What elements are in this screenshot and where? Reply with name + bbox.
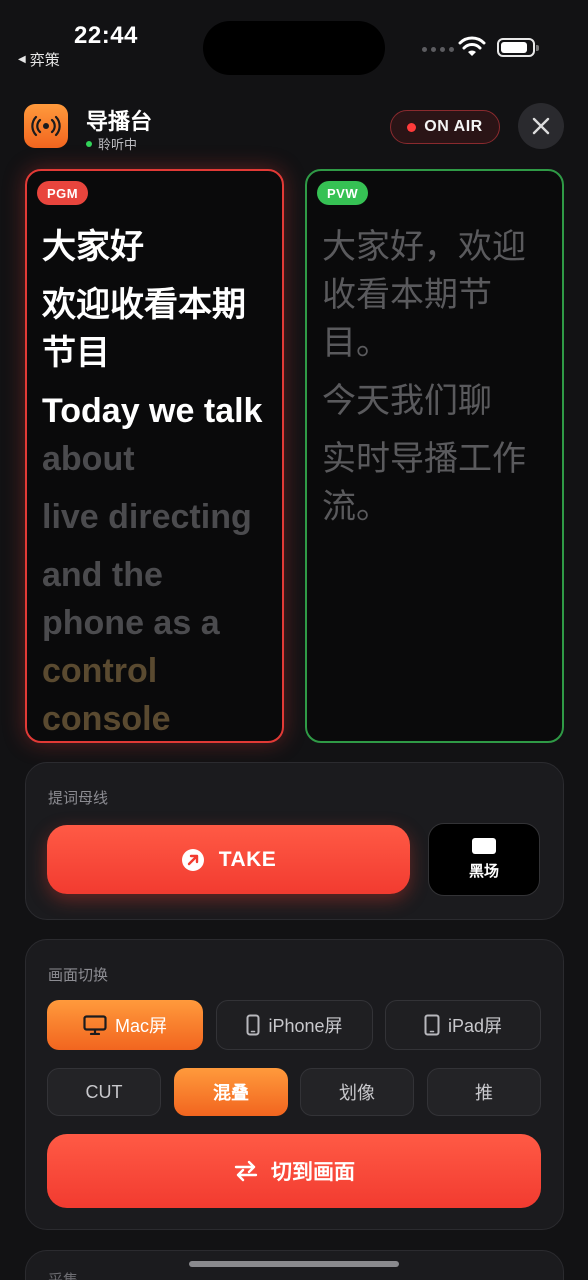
on-air-label: ON AIR bbox=[424, 118, 483, 135]
transition-push-label: 推 bbox=[475, 1083, 493, 1103]
pgm-line: and the phone as a control console bbox=[42, 551, 272, 741]
pgm-line-segment: Today we talk bbox=[42, 392, 263, 430]
pgm-line: 大家好 bbox=[42, 223, 272, 271]
tablet-icon bbox=[424, 1014, 440, 1036]
pgm-script: 大家好欢迎收看本期节目 Today we talk about live direc… bbox=[42, 223, 272, 741]
home-indicator[interactable] bbox=[189, 1261, 399, 1267]
pgm-line-segment: 大家好 bbox=[42, 228, 144, 266]
status-time: 22:44 bbox=[74, 22, 138, 49]
capture-label: 采集 bbox=[48, 1269, 78, 1280]
pgm-line-segment: 欢迎收看本期节目 bbox=[42, 286, 246, 372]
black-screen-button[interactable]: 黑场 bbox=[428, 823, 540, 896]
screen-icon bbox=[472, 838, 496, 854]
program-monitor[interactable]: PGM 大家好欢迎收看本期节目 Today we talk about live d… bbox=[25, 169, 284, 743]
swap-arrows-icon bbox=[234, 1160, 258, 1182]
on-air-dot-icon bbox=[407, 122, 417, 132]
transition-wipe-button[interactable]: 划像 bbox=[300, 1068, 414, 1116]
close-icon bbox=[532, 117, 550, 135]
cellular-signal-icon bbox=[422, 47, 454, 52]
source-ipad-label: iPad屏 bbox=[447, 1016, 503, 1036]
dynamic-island bbox=[203, 21, 385, 75]
on-air-badge: ON AIR bbox=[390, 110, 500, 144]
cut-to-scene-label: 切到画面 bbox=[271, 1161, 355, 1184]
transition-mix-button[interactable]: 混叠 bbox=[174, 1068, 288, 1116]
source-mac-label: Mac屏 bbox=[114, 1016, 167, 1036]
pgm-line-segment: about bbox=[42, 440, 135, 478]
wifi-icon bbox=[458, 36, 486, 56]
transition-push-button[interactable]: 推 bbox=[427, 1068, 541, 1116]
pgm-tag: PGM bbox=[37, 181, 89, 205]
listening-status: 聆听中 bbox=[86, 134, 137, 153]
pgm-line-segment: live directing bbox=[42, 498, 252, 536]
close-button[interactable] bbox=[518, 103, 564, 149]
page-title: 导播台 bbox=[86, 109, 153, 134]
source-iphone-label: iPhone屏 bbox=[268, 1016, 343, 1036]
monitor-icon bbox=[83, 1015, 107, 1035]
prompt-bus-label: 提词母线 bbox=[48, 790, 109, 807]
source-mac-button[interactable]: Mac屏 bbox=[47, 1000, 203, 1050]
pgm-line: 欢迎收看本期节目 bbox=[42, 281, 272, 377]
pvw-tag: PVW bbox=[317, 181, 369, 205]
preview-monitor[interactable]: PVW 大家好，欢迎收看本期节目。 今天我们聊 实时导播工作流。 bbox=[305, 169, 564, 743]
cut-to-scene-button[interactable]: 切到画面 bbox=[47, 1134, 541, 1208]
source-iphone-button[interactable]: iPhone屏 bbox=[216, 1000, 373, 1050]
pgm-line: Today we talk about bbox=[42, 387, 272, 483]
pvw-line: 大家好，欢迎收看本期节目。 bbox=[322, 228, 526, 362]
pvw-line: 今天我们聊 bbox=[322, 382, 492, 420]
switcher-label: 画面切换 bbox=[48, 967, 109, 984]
source-ipad-button[interactable]: iPad屏 bbox=[385, 1000, 541, 1050]
pgm-line: live directing bbox=[42, 493, 272, 541]
pvw-script: 大家好，欢迎收看本期节目。 今天我们聊 实时导播工作流。 bbox=[322, 223, 552, 541]
pgm-line-segment: and the phone as a bbox=[42, 556, 220, 642]
back-triangle-icon: ◀ bbox=[18, 54, 26, 65]
transition-mix-label: 混叠 bbox=[213, 1083, 249, 1103]
listening-label: 聆听中 bbox=[98, 137, 138, 152]
phone-icon bbox=[246, 1014, 260, 1036]
pvw-line: 实时导播工作流。 bbox=[322, 440, 526, 526]
broadcast-icon bbox=[24, 104, 68, 148]
arrow-up-right-circle-icon bbox=[181, 848, 204, 871]
transition-cut-button[interactable]: CUT bbox=[47, 1068, 161, 1116]
battery-icon bbox=[497, 38, 539, 57]
transition-cut-label: CUT bbox=[85, 1081, 123, 1102]
take-button[interactable]: TAKE bbox=[47, 825, 410, 894]
pgm-line-segment: control console bbox=[42, 652, 171, 738]
transition-wipe-label: 划像 bbox=[339, 1083, 375, 1103]
take-label: TAKE bbox=[218, 847, 277, 871]
black-screen-label: 黑场 bbox=[468, 863, 499, 880]
back-app-label: 弈策 bbox=[29, 52, 60, 69]
listening-dot-icon bbox=[86, 140, 92, 147]
back-to-app-link[interactable]: ◀ 弈策 bbox=[18, 49, 60, 70]
